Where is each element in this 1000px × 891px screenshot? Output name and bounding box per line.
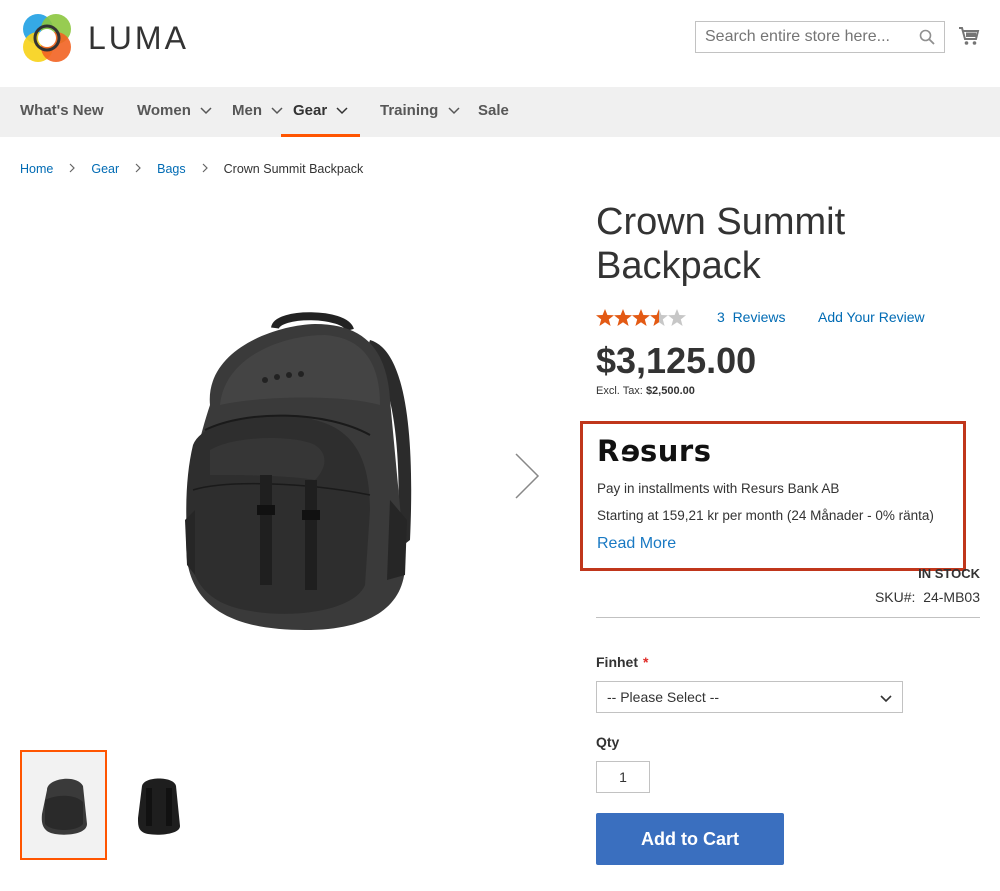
resurs-installments-text: Pay in installments with Resurs Bank AB	[597, 481, 840, 496]
chevron-right-icon	[202, 163, 208, 173]
add-review-link[interactable]: Add Your Review	[818, 309, 925, 325]
sku-label: SKU#:	[874, 589, 916, 605]
thumbnail-front[interactable]	[20, 750, 107, 860]
finhet-select[interactable]: -- Please Select --	[596, 681, 903, 713]
nav-item-whats-new[interactable]: What's New	[20, 87, 104, 137]
sku: SKU#: 24-MB03	[875, 589, 980, 605]
nav-item-label: Gear	[293, 102, 328, 119]
chevron-down-icon	[447, 107, 460, 115]
sku-value: 24-MB03	[923, 589, 980, 605]
star-icon	[650, 309, 668, 326]
breadcrumb: Home Gear Bags Crown Summit Backpack	[20, 162, 363, 176]
product-price: $3,125.00	[596, 340, 757, 381]
nav-item-label: Women	[137, 102, 191, 119]
required-mark: *	[643, 654, 649, 670]
nav-item-label: Men	[232, 102, 262, 119]
breadcrumb-bags[interactable]: Bags	[157, 162, 186, 176]
nav-item-women[interactable]: Women	[137, 87, 212, 137]
gallery-next-arrow-icon[interactable]	[512, 452, 540, 500]
nav-item-gear[interactable]: Gear	[281, 87, 361, 137]
nav-item-sale[interactable]: Sale	[478, 87, 509, 137]
chevron-right-icon	[135, 163, 141, 173]
cart-icon[interactable]	[958, 25, 980, 47]
breadcrumb-gear[interactable]: Gear	[91, 162, 119, 176]
resurs-payment-widget: Resurs Pay in installments with Resurs B…	[580, 421, 966, 571]
star-icon	[668, 309, 686, 326]
chevron-right-icon	[69, 163, 76, 173]
thumbnail-back[interactable]	[115, 750, 202, 860]
resurs-monthly-text: Starting at 159,21 kr per month (24 Måna…	[597, 508, 934, 523]
nav-item-men[interactable]: Men	[232, 87, 283, 137]
resurs-logo: Resurs	[597, 434, 712, 468]
star-icon	[632, 309, 650, 326]
finhet-label: Finhet *	[596, 654, 648, 670]
add-to-cart-button[interactable]: Add to Cart	[596, 813, 784, 865]
excl-tax-value: $2,500.00	[645, 385, 695, 397]
nav-item-training[interactable]: Training	[380, 87, 460, 137]
excl-tax-price: Excl. Tax: $2,500.00	[596, 385, 695, 397]
excl-tax-label: Excl. Tax:	[596, 385, 643, 397]
search-input[interactable]	[696, 22, 906, 52]
search-box	[695, 21, 945, 53]
brand-name[interactable]: LUMA	[88, 20, 189, 57]
main-nav: What's New Women Men Gear Training Sale	[0, 87, 1000, 137]
stock-status: IN STOCK	[918, 566, 980, 581]
nav-item-label: What's New	[20, 102, 104, 119]
chevron-down-icon	[200, 107, 212, 115]
luma-logo-icon[interactable]	[21, 12, 73, 64]
product-title: Crown Summit Backpack	[596, 201, 846, 287]
qty-label: Qty	[596, 734, 620, 750]
site-header: LUMA	[0, 0, 1000, 87]
divider	[596, 617, 980, 618]
product-main-image[interactable]	[165, 310, 435, 640]
star-icon	[596, 309, 614, 326]
reviews-link[interactable]: 3 Reviews	[717, 309, 785, 325]
chevron-down-icon	[336, 107, 348, 115]
search-icon[interactable]	[919, 29, 935, 45]
nav-item-label: Sale	[478, 102, 509, 119]
star-icon	[614, 309, 632, 326]
resurs-read-more-link[interactable]: Read More	[597, 535, 676, 553]
nav-item-label: Training	[380, 102, 439, 119]
breadcrumb-current: Crown Summit Backpack	[223, 162, 364, 176]
backpack-thumbnail-image	[137, 778, 180, 835]
finhet-label-text: Finhet	[596, 654, 638, 670]
breadcrumb-home[interactable]: Home	[20, 162, 53, 176]
backpack-thumbnail-image	[41, 778, 87, 835]
chevron-down-icon	[880, 695, 892, 703]
qty-input[interactable]: 1	[596, 761, 650, 793]
finhet-select-value: -- Please Select --	[607, 689, 720, 705]
rating-stars	[596, 309, 686, 326]
